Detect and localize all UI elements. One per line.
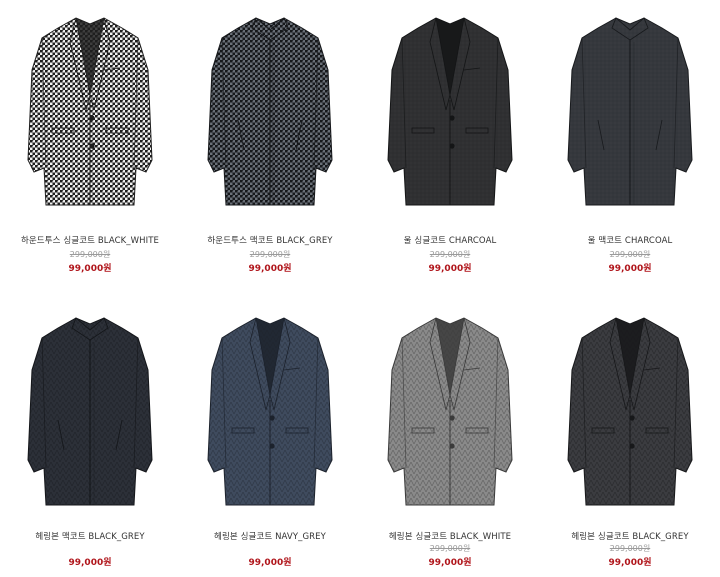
sale-price: 99,000원 (68, 264, 112, 274)
sale-price: 99,000원 (428, 264, 472, 274)
original-price: 299,000원 (429, 250, 471, 259)
coat-image[interactable] (360, 0, 540, 222)
sale-price: 99,000원 (608, 558, 652, 568)
product-image[interactable] (360, 300, 540, 522)
sale-price: 99,000원 (248, 558, 292, 568)
product-card[interactable]: 헤링본 싱글코트 BLACK_GREY 299,000원 99,000원 (540, 300, 720, 577)
product-name[interactable]: 하운드투스 맥코트 BLACK_GREY (180, 234, 360, 246)
sale-price: 99,000원 (68, 558, 112, 568)
product-grid: 하운드투스 싱글코트 BLACK_WHITE 299,000원 99,000원 … (0, 0, 720, 577)
product-name[interactable]: 울 맥코트 CHARCOAL (540, 234, 720, 246)
original-price: 299,000원 (249, 250, 291, 259)
product-name[interactable]: 헤링본 싱글코트 BLACK_WHITE (360, 530, 540, 542)
product-card[interactable]: 하운드투스 싱글코트 BLACK_WHITE 299,000원 99,000원 (0, 0, 180, 290)
product-image[interactable] (540, 300, 720, 522)
coat-image[interactable] (360, 300, 540, 522)
product-image[interactable] (360, 0, 540, 222)
coat-image[interactable] (180, 0, 360, 222)
coat-image[interactable] (0, 300, 180, 522)
coat-image[interactable] (540, 0, 720, 222)
product-card[interactable]: 헤링본 맥코트 BLACK_GREY 99,000원 (0, 300, 180, 577)
original-price: 299,000원 (69, 250, 111, 259)
sale-price: 99,000원 (428, 558, 472, 568)
coat-image[interactable] (0, 0, 180, 222)
original-price: 299,000원 (429, 544, 471, 553)
coat-image[interactable] (180, 300, 360, 522)
product-image[interactable] (180, 0, 360, 222)
product-image[interactable] (0, 0, 180, 222)
product-image[interactable] (180, 300, 360, 522)
sale-price: 99,000원 (248, 264, 292, 274)
original-price: 299,000원 (609, 250, 651, 259)
product-image[interactable] (540, 0, 720, 222)
original-price: 299,000원 (609, 544, 651, 553)
product-card[interactable]: 하운드투스 맥코트 BLACK_GREY 299,000원 99,000원 (180, 0, 360, 290)
product-card[interactable]: 헤링본 싱글코트 BLACK_WHITE 299,000원 99,000원 (360, 300, 540, 577)
coat-image[interactable] (540, 300, 720, 522)
product-card[interactable]: 울 맥코트 CHARCOAL 299,000원 99,000원 (540, 0, 720, 290)
product-card[interactable]: 헤링본 싱글코트 NAVY_GREY 99,000원 (180, 300, 360, 577)
product-name[interactable]: 헤링본 맥코트 BLACK_GREY (0, 530, 180, 542)
product-name[interactable]: 하운드투스 싱글코트 BLACK_WHITE (0, 234, 180, 246)
product-name[interactable]: 울 싱글코트 CHARCOAL (360, 234, 540, 246)
product-card[interactable]: 울 싱글코트 CHARCOAL 299,000원 99,000원 (360, 0, 540, 290)
product-name[interactable]: 헤링본 싱글코트 BLACK_GREY (540, 530, 720, 542)
product-name[interactable]: 헤링본 싱글코트 NAVY_GREY (180, 530, 360, 542)
product-image[interactable] (0, 300, 180, 522)
sale-price: 99,000원 (608, 264, 652, 274)
